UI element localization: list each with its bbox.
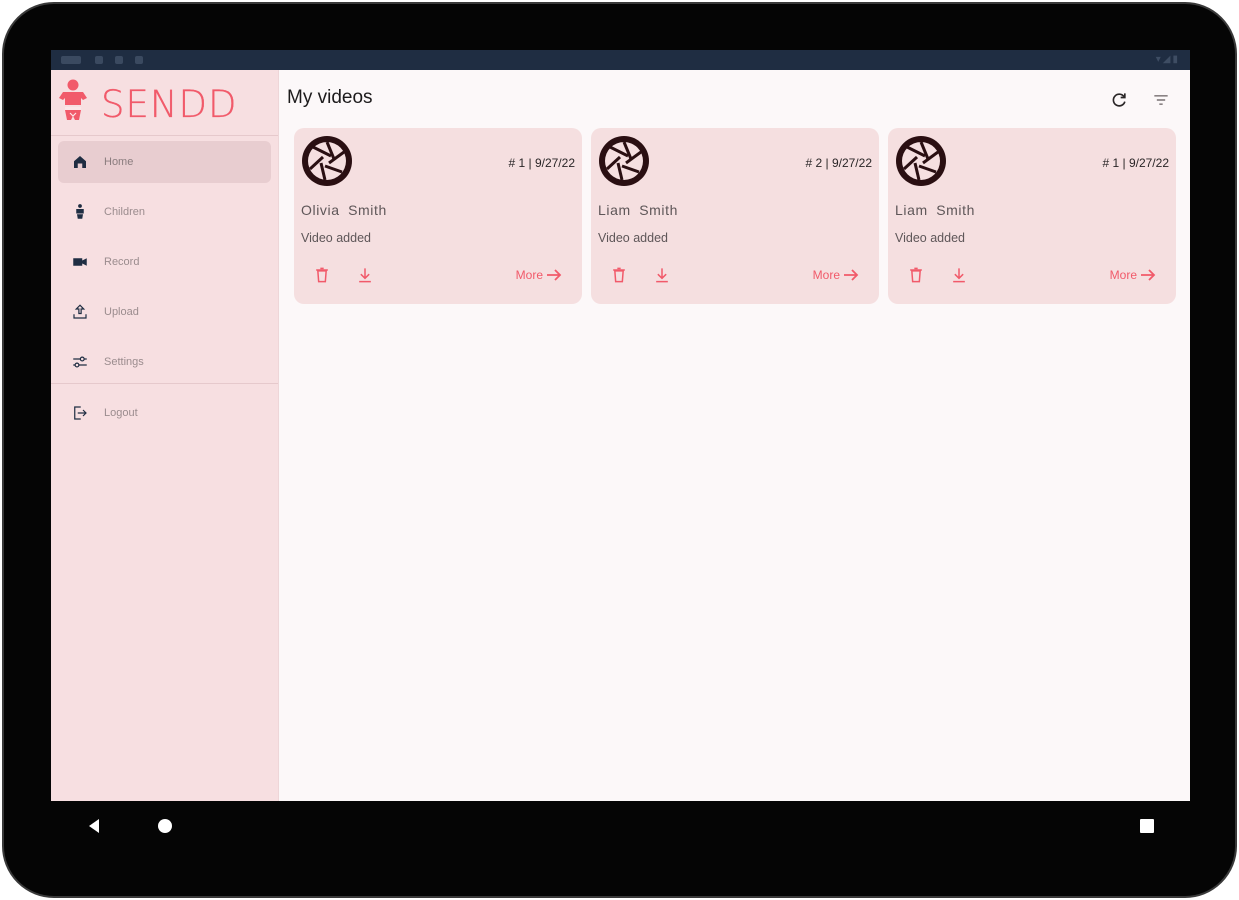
camera-shutter-icon <box>599 136 649 186</box>
child-name: Liam Smith <box>598 202 679 218</box>
camera-shutter-icon <box>896 136 946 186</box>
video-number-date: # 1 | 9/27/22 <box>508 156 575 170</box>
camera-shutter-icon <box>302 136 352 186</box>
main-content: My videos # 1 | 9/27/22 Olivia Smith Vid… <box>279 70 1190 801</box>
more-label: More <box>1109 268 1137 282</box>
brand-name: SENDD <box>101 83 238 126</box>
sidebar-item-label: Children <box>104 206 145 218</box>
children-icon <box>76 204 84 219</box>
child-name: Olivia Smith <box>301 202 387 218</box>
video-card[interactable]: # 2 | 9/27/22 Liam Smith Video added Mor… <box>591 128 879 304</box>
divider <box>51 383 278 384</box>
more-link[interactable]: More <box>1110 268 1156 282</box>
sidebar-item-upload[interactable]: Upload <box>58 291 271 333</box>
more-label: More <box>812 268 840 282</box>
settings-sliders-icon <box>73 356 87 368</box>
download-icon[interactable] <box>949 264 969 286</box>
sidebar-item-label: Home <box>104 156 134 168</box>
status-signal-battery-icons: ▾◢▮ <box>1155 54 1180 65</box>
more-link[interactable]: More <box>813 268 859 282</box>
delete-icon[interactable] <box>609 264 629 286</box>
page-title: My videos <box>287 87 373 108</box>
recents-square-icon[interactable] <box>1140 819 1154 833</box>
sidebar: SENDD Home Children Record Upload Settin… <box>51 70 279 801</box>
video-status: Video added <box>301 231 371 245</box>
sidebar-item-label: Settings <box>104 356 144 368</box>
sidebar-item-label: Upload <box>104 306 139 318</box>
refresh-icon[interactable] <box>1109 90 1129 110</box>
sidebar-item-record[interactable]: Record <box>58 241 271 283</box>
status-bar: ▾◢▮ <box>51 50 1190 70</box>
arrow-right-icon <box>547 269 562 281</box>
video-number-date: # 1 | 9/27/22 <box>1102 156 1169 170</box>
child-name: Liam Smith <box>895 202 976 218</box>
sidebar-item-settings[interactable]: Settings <box>58 341 271 383</box>
status-notification-icon <box>135 56 143 64</box>
sidebar-item-logout[interactable]: Logout <box>58 392 271 434</box>
screen: ▾◢▮ SENDD Home Children Record Upload Se… <box>51 50 1190 801</box>
more-label: More <box>515 268 543 282</box>
arrow-right-icon <box>1141 269 1156 281</box>
sidebar-item-children[interactable]: Children <box>58 191 271 233</box>
sidebar-item-label: Record <box>104 256 140 268</box>
video-status: Video added <box>895 231 965 245</box>
video-card[interactable]: # 1 | 9/27/22 Liam Smith Video added Mor… <box>888 128 1176 304</box>
sidebar-item-label: Logout <box>104 407 138 419</box>
sidebar-item-home[interactable]: Home <box>58 141 271 183</box>
logout-icon <box>74 406 87 420</box>
video-number-date: # 2 | 9/27/22 <box>805 156 872 170</box>
download-icon[interactable] <box>355 264 375 286</box>
delete-icon[interactable] <box>906 264 926 286</box>
divider <box>51 135 278 136</box>
delete-icon[interactable] <box>312 264 332 286</box>
sendd-logo: SENDD <box>57 78 272 128</box>
home-circle-icon[interactable] <box>157 818 173 834</box>
status-time <box>61 56 81 64</box>
video-status: Video added <box>598 231 668 245</box>
video-camera-icon <box>73 258 87 266</box>
download-icon[interactable] <box>652 264 672 286</box>
video-card[interactable]: # 1 | 9/27/22 Olivia Smith Video added M… <box>294 128 582 304</box>
filter-icon[interactable] <box>1151 90 1171 110</box>
arrow-right-icon <box>844 269 859 281</box>
upload-icon <box>73 304 87 319</box>
status-notification-icon <box>115 56 123 64</box>
home-icon <box>74 156 86 168</box>
baby-logo-icon <box>59 79 87 120</box>
back-triangle-icon[interactable] <box>86 818 102 834</box>
status-notification-icon <box>95 56 103 64</box>
more-link[interactable]: More <box>516 268 562 282</box>
